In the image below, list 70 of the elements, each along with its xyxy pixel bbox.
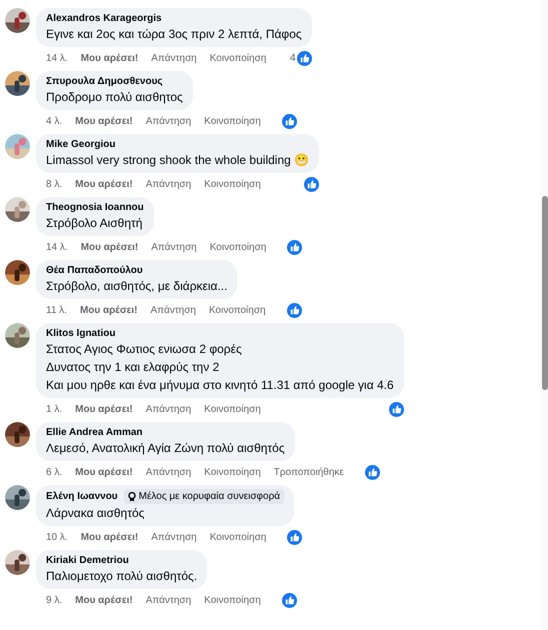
comment-time[interactable]: 1 λ. <box>46 402 62 417</box>
like-icon <box>364 465 380 480</box>
author-name[interactable]: Ελένη Ιωαννου <box>46 490 118 503</box>
author-name[interactable]: Θέα Παπαδοπούλου <box>46 264 143 277</box>
share-link[interactable]: Κοινοποίηση <box>204 114 261 129</box>
like-link[interactable]: Μου αρέσει! <box>75 402 133 417</box>
like-icon <box>282 114 297 129</box>
comment-time[interactable]: 4 λ. <box>46 114 62 129</box>
reaction-count[interactable]: 4 <box>290 51 296 66</box>
comment-time[interactable]: 14 λ. <box>46 51 68 66</box>
contributor-badge: Μέλος με κορυφαία συνεισφορά <box>124 489 284 504</box>
author-name[interactable]: Ellie Andrea Amman <box>46 426 143 439</box>
author-name[interactable]: Alexandros Karageorgis <box>46 12 162 25</box>
share-link[interactable]: Κοινοποίηση <box>210 51 266 66</box>
share-link[interactable]: Κοινοποίηση <box>210 530 266 545</box>
comment-text: Λάρνακα αισθητός <box>46 505 146 522</box>
comment-text: Limassol very strong shook the whole building 😬 <box>46 152 310 169</box>
like-link[interactable]: Μου αρέσει! <box>75 465 133 480</box>
scrollbar-thumb[interactable] <box>542 196 548 390</box>
reply-link[interactable]: Απάντηση <box>146 402 192 417</box>
comment-time[interactable]: 11 λ. <box>46 303 67 318</box>
like-icon <box>286 303 302 318</box>
edited-label: Τροποποιήθηκε <box>274 466 344 480</box>
like-link[interactable]: Μου αρέσει! <box>80 51 138 66</box>
reply-link[interactable]: Απάντηση <box>151 240 197 255</box>
comment-text: Εγινε και 2ος και τώρα 3ος πριν 2 λεπτά, Πάφος <box>46 26 302 43</box>
author-name[interactable]: Klitos Ignatiou <box>46 327 116 340</box>
share-link[interactable]: Κοινοποίηση <box>204 593 261 608</box>
reply-link[interactable]: Απάντηση <box>150 303 196 318</box>
award-icon <box>128 492 136 502</box>
like-icon <box>296 51 312 66</box>
comment-time[interactable]: 14 λ. <box>46 240 68 255</box>
reply-link[interactable]: Απάντηση <box>151 51 197 66</box>
comment-text: Στατος Αγιος Φωτιος ενιωσα 2 φορές <box>46 341 243 358</box>
like-link[interactable]: Μου αρέσει! <box>80 240 138 255</box>
reply-link[interactable]: Απάντηση <box>146 593 192 608</box>
comment-text: Λεμεσό, Ανατολική Αγία Ζώνη πολύ αισθητός <box>46 440 285 457</box>
author-name[interactable]: Kiriaki Demetriou <box>46 554 129 567</box>
like-icon <box>304 177 320 192</box>
like-link[interactable]: Μου αρέσει! <box>80 530 138 545</box>
like-link[interactable]: Μου αρέσει! <box>75 114 133 129</box>
reply-link[interactable]: Απάντηση <box>151 530 197 545</box>
comment-time[interactable]: 8 λ. <box>46 177 62 192</box>
author-name[interactable]: Mike Georgiou <box>46 138 116 151</box>
like-icon <box>287 530 302 545</box>
reply-link[interactable]: Απάντηση <box>146 114 192 129</box>
comment-text: Δυνατος την 1 και ελαφρύς την 2 <box>46 359 220 376</box>
comment-text: Προδρομο πολύ αισθητος <box>46 89 183 106</box>
comment-time[interactable]: 9 λ. <box>46 593 62 608</box>
author-name[interactable]: Σπυρουλα Δημοσθενους <box>46 75 163 88</box>
share-link[interactable]: Κοινοποίηση <box>210 240 266 255</box>
comment-text: Στρόβολο Αισθητή <box>46 215 144 232</box>
like-icon <box>287 240 302 255</box>
comment-time[interactable]: 10 λ. <box>46 530 68 545</box>
reply-link[interactable]: Απάντηση <box>146 465 192 480</box>
like-link[interactable]: Μου αρέσει! <box>75 177 133 192</box>
share-link[interactable]: Κοινοποίηση <box>208 303 266 318</box>
like-icon <box>282 593 297 608</box>
share-link[interactable]: Κοινοποίηση <box>204 177 261 192</box>
share-link[interactable]: Κοινοποίηση <box>204 465 261 480</box>
author-name[interactable]: Theognosia Ioannou <box>46 201 144 214</box>
like-icon <box>388 402 404 417</box>
reply-link[interactable]: Απάντηση <box>146 177 192 192</box>
comment-time[interactable]: 6 λ. <box>46 465 62 480</box>
like-link[interactable]: Μου αρέσει! <box>80 303 138 318</box>
comment-text: Παλιομετοχο πολύ αισθητός. <box>46 568 198 585</box>
comment-text: Και μου ηρθε και ένα μήνυμα στο κινητό 11.31 από google για 4.6 <box>46 377 394 394</box>
comment-text: Στρόβολο, αισθητός, με διάρκεια... <box>46 278 228 295</box>
share-link[interactable]: Κοινοποίηση <box>204 402 261 417</box>
like-link[interactable]: Μου αρέσει! <box>75 593 133 608</box>
